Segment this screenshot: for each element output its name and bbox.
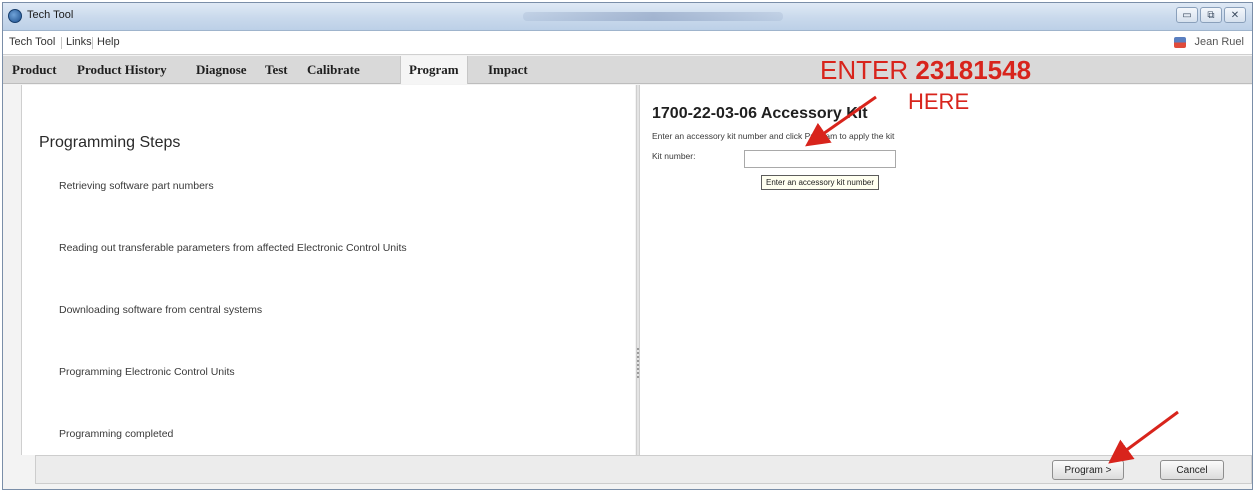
enter-prefix: ENTER	[820, 55, 909, 85]
menu-tech-tool[interactable]: Tech Tool	[9, 36, 55, 48]
step-item: Reading out transferable parameters from…	[59, 242, 407, 254]
splitter-grip-icon[interactable]	[637, 348, 639, 378]
menu-links[interactable]: Links	[66, 36, 92, 48]
tech-tool-window: Tech Tool ▭ ⧉ ✕ Tech Tool Links Help Jea…	[2, 2, 1253, 490]
tab-bar: Product Product History Diagnose Test Ca…	[3, 56, 1252, 84]
user-name: Jean Ruel	[1194, 36, 1244, 48]
kit-number-tooltip: Enter an accessory kit number	[761, 175, 880, 190]
tab-product-history[interactable]: Product History	[77, 56, 167, 84]
program-button[interactable]: Program >	[1052, 460, 1124, 480]
tab-product[interactable]: Product	[12, 56, 57, 84]
tab-diagnose[interactable]: Diagnose	[196, 56, 247, 84]
enter-number-annotation: ENTER 23181548	[820, 55, 1031, 85]
step-item: Retrieving software part numbers	[59, 180, 214, 192]
kit-instruction: Enter an accessory kit number and click …	[652, 131, 895, 141]
tab-program[interactable]: Program	[400, 56, 468, 84]
close-button[interactable]: ✕	[1224, 7, 1246, 23]
window-controls: ▭ ⧉ ✕	[1176, 7, 1246, 23]
programming-steps-panel: Programming Steps Retrieving software pa…	[21, 85, 635, 455]
bottom-action-bar: Program > Cancel	[35, 455, 1252, 484]
kit-number-label: Kit number:	[652, 151, 696, 161]
app-logo-icon	[8, 9, 22, 23]
menu-divider	[61, 37, 62, 49]
step-item: Programming completed	[59, 428, 174, 440]
restore-button[interactable]: ⧉	[1200, 7, 1222, 23]
menu-bar: Tech Tool Links Help Jean Ruel	[3, 31, 1252, 55]
menu-divider	[92, 37, 93, 49]
tab-impact[interactable]: Impact	[488, 56, 528, 84]
minimize-button[interactable]: ▭	[1176, 7, 1198, 23]
programming-steps-title: Programming Steps	[39, 134, 181, 151]
tab-calibrate[interactable]: Calibrate	[307, 56, 360, 84]
step-item: Programming Electronic Control Units	[59, 366, 235, 378]
cancel-button[interactable]: Cancel	[1160, 460, 1224, 480]
user-icon	[1174, 37, 1186, 48]
step-item: Downloading software from central system…	[59, 304, 263, 316]
window-title: Tech Tool	[27, 9, 74, 21]
menu-help[interactable]: Help	[97, 36, 120, 48]
tab-test[interactable]: Test	[265, 56, 288, 84]
kit-number-input[interactable]	[744, 150, 896, 168]
enter-number: 23181548	[915, 55, 1032, 85]
accessory-kit-panel: 1700-22-03-06 Accessory Kit Enter an acc…	[640, 85, 1252, 455]
here-annotation: HERE	[908, 89, 970, 114]
title-bar: Tech Tool ▭ ⧉ ✕	[3, 3, 1252, 31]
kit-title: 1700-22-03-06 Accessory Kit	[652, 105, 868, 122]
blurred-title-area	[523, 12, 783, 21]
